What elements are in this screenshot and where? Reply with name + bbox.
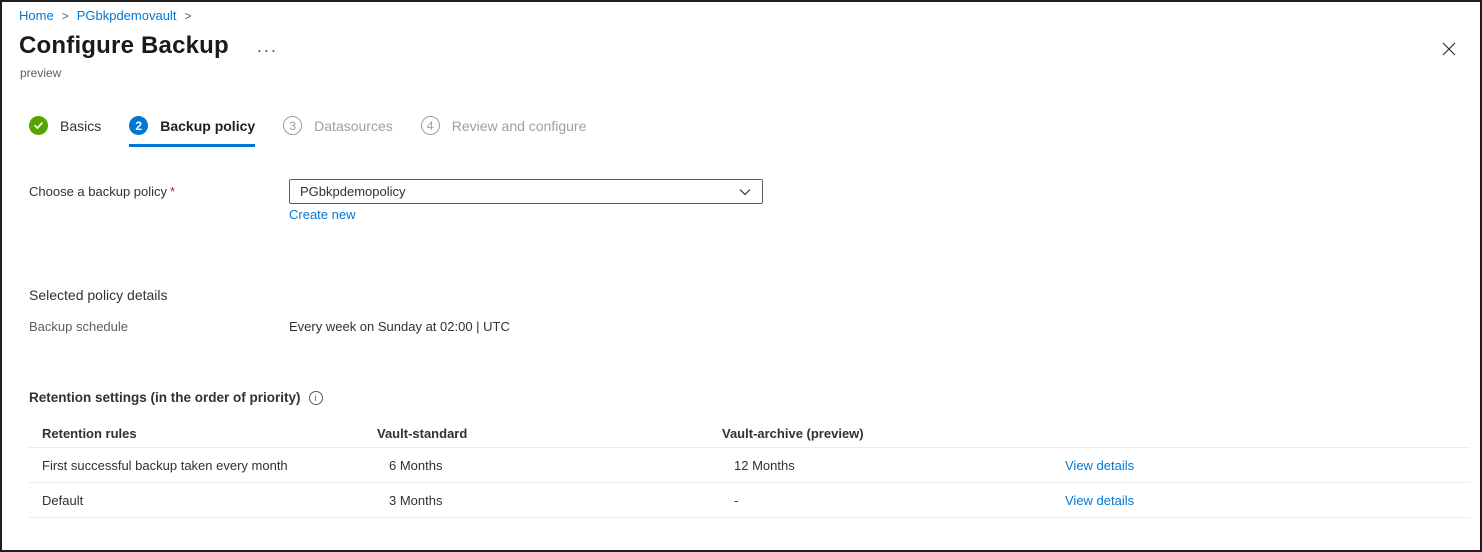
check-circle-icon xyxy=(29,116,48,135)
info-icon[interactable]: i xyxy=(309,391,323,405)
backup-schedule-label: Backup schedule xyxy=(29,319,128,334)
breadcrumb-separator: > xyxy=(62,9,69,23)
chevron-down-icon xyxy=(738,185,752,199)
step-3-icon: 3 xyxy=(283,116,302,135)
backup-schedule-value: Every week on Sunday at 02:00 | UTC xyxy=(289,319,510,334)
tab-review-and-configure[interactable]: 4 Review and configure xyxy=(421,116,587,147)
breadcrumb-vault-link[interactable]: PGbkpdemovault xyxy=(77,8,177,23)
breadcrumb: Home > PGbkpdemovault > xyxy=(19,8,191,23)
preview-label: preview xyxy=(20,66,61,80)
header: Configure Backup ... xyxy=(19,32,278,60)
more-options-icon[interactable]: ... xyxy=(257,41,278,51)
view-details-link[interactable]: View details xyxy=(1065,458,1134,473)
close-button[interactable] xyxy=(1438,38,1460,60)
required-asterisk: * xyxy=(170,184,175,199)
tab-basics-label: Basics xyxy=(60,118,101,134)
backup-policy-dropdown[interactable]: PGbkpdemopolicy xyxy=(289,179,763,204)
tab-backup-policy[interactable]: 2 Backup policy xyxy=(129,116,255,147)
vault-standard-cell: 3 Months xyxy=(377,493,722,508)
vault-standard-cell: 6 Months xyxy=(377,458,722,473)
table-row: First successful backup taken every mont… xyxy=(29,448,1470,483)
wizard-tabs: Basics 2 Backup policy 3 Datasources 4 R… xyxy=(29,116,586,147)
retention-table: Retention rules Vault-standard Vault-arc… xyxy=(29,420,1470,518)
tab-basics[interactable]: Basics xyxy=(29,116,101,147)
tab-review-and-configure-label: Review and configure xyxy=(452,118,587,134)
column-header-retention-rules: Retention rules xyxy=(29,426,377,441)
tab-datasources-label: Datasources xyxy=(314,118,393,134)
column-header-vault-archive: Vault-archive (preview) xyxy=(722,426,1065,441)
retention-rule-cell: First successful backup taken every mont… xyxy=(29,458,377,473)
vault-archive-cell: 12 Months xyxy=(722,458,1065,473)
breadcrumb-separator: > xyxy=(184,9,191,23)
tab-datasources[interactable]: 3 Datasources xyxy=(283,116,393,147)
retention-rule-cell: Default xyxy=(29,493,377,508)
configure-backup-panel: Home > PGbkpdemovault > Configure Backup… xyxy=(0,0,1482,552)
step-4-icon: 4 xyxy=(421,116,440,135)
breadcrumb-home-link[interactable]: Home xyxy=(19,8,54,23)
view-details-link[interactable]: View details xyxy=(1065,493,1134,508)
table-row: Default 3 Months - View details xyxy=(29,483,1470,518)
page-title: Configure Backup xyxy=(19,32,229,60)
close-icon xyxy=(1442,42,1456,56)
retention-settings-heading: Retention settings (in the order of prio… xyxy=(29,390,323,405)
selected-policy-details-title: Selected policy details xyxy=(29,287,168,303)
backup-policy-field-label: Choose a backup policy* xyxy=(29,184,175,199)
vault-archive-cell: - xyxy=(722,493,1065,508)
backup-policy-dropdown-value: PGbkpdemopolicy xyxy=(300,184,406,199)
column-header-vault-standard: Vault-standard xyxy=(377,426,722,441)
step-2-icon: 2 xyxy=(129,116,148,135)
table-header-row: Retention rules Vault-standard Vault-arc… xyxy=(29,420,1470,448)
create-new-link[interactable]: Create new xyxy=(289,207,355,222)
tab-backup-policy-label: Backup policy xyxy=(160,118,255,134)
